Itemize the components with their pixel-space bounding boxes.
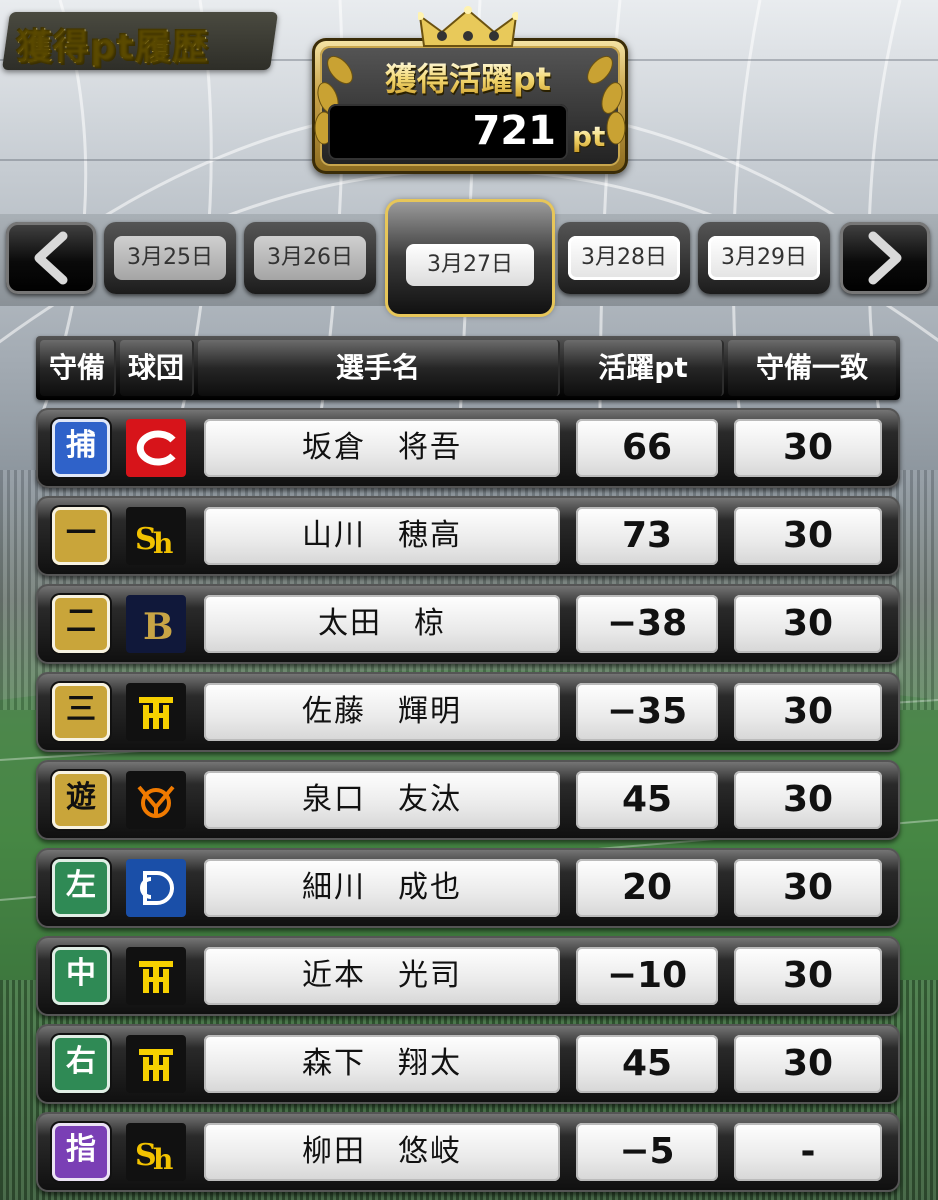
date-tab-label: 3月28日	[568, 236, 680, 280]
table-header: 守備 球団 選手名 活躍pt 守備一致	[36, 336, 900, 400]
header-team: 球団	[120, 340, 194, 396]
table-row[interactable]: 三 佐藤 輝明 −35 30	[36, 672, 900, 752]
defense-match-value: 30	[734, 419, 882, 477]
defense-match-value: 30	[734, 1035, 882, 1093]
table-row[interactable]: 中 近本 光司 −10 30	[36, 936, 900, 1016]
svg-text:B: B	[143, 606, 173, 647]
player-name: 佐藤 輝明	[204, 683, 560, 741]
player-name: 近本 光司	[204, 947, 560, 1005]
svg-text:h: h	[153, 527, 173, 559]
dragons-d-logo-icon	[126, 859, 186, 917]
player-name: 太田 椋	[204, 595, 560, 653]
table-row[interactable]: 指 Sh 柳田 悠岐 −5 -	[36, 1112, 900, 1192]
chevron-left-icon	[34, 231, 68, 285]
player-name: 森下 翔太	[204, 1035, 560, 1093]
table-row[interactable]: 遊 泉口 友汰 45 30	[36, 760, 900, 840]
player-name: 坂倉 将吾	[204, 419, 560, 477]
player-name: 山川 穂高	[204, 507, 560, 565]
buffaloes-b-logo-icon: B	[126, 595, 186, 653]
player-name: 泉口 友汰	[204, 771, 560, 829]
tigers-ht-logo-icon	[126, 947, 186, 1005]
date-tab-1[interactable]: 3月25日	[104, 222, 236, 294]
date-tab-3-selected[interactable]: 3月27日	[388, 202, 552, 314]
position-badge: 三	[52, 683, 110, 741]
position-badge: 捕	[52, 419, 110, 477]
date-tab-2[interactable]: 3月26日	[244, 222, 376, 294]
chevron-right-icon	[868, 231, 902, 285]
player-points: 73	[576, 507, 718, 565]
table-row[interactable]: 捕 坂倉 将吾 66 30	[36, 408, 900, 488]
defense-match-value: -	[734, 1123, 882, 1181]
next-date-button[interactable]	[840, 222, 930, 294]
table-row[interactable]: 右 森下 翔太 45 30	[36, 1024, 900, 1104]
date-tab-label: 3月29日	[708, 236, 820, 280]
date-tab-label: 3月26日	[254, 236, 366, 280]
total-pt-unit: pt	[572, 120, 606, 153]
defense-match-value: 30	[734, 507, 882, 565]
defense-match-value: 30	[734, 859, 882, 917]
total-pt-label: 獲得活躍pt	[340, 54, 596, 100]
position-badge: 二	[52, 595, 110, 653]
player-points: 45	[576, 1035, 718, 1093]
defense-match-value: 30	[734, 947, 882, 1005]
position-badge: 指	[52, 1123, 110, 1181]
hawks-sh-logo-icon: Sh	[126, 1123, 186, 1181]
tigers-ht-logo-icon	[126, 1035, 186, 1093]
date-tab-label: 3月27日	[406, 244, 534, 286]
date-tab-4[interactable]: 3月28日	[558, 222, 690, 294]
crown-icon	[418, 6, 518, 47]
player-name: 柳田 悠岐	[204, 1123, 560, 1181]
svg-text:h: h	[153, 1143, 173, 1175]
carp-c-logo-icon	[126, 419, 186, 477]
header-player-name: 選手名	[198, 340, 560, 396]
position-badge: 右	[52, 1035, 110, 1093]
player-points: −10	[576, 947, 718, 1005]
player-points: 20	[576, 859, 718, 917]
player-points: −35	[576, 683, 718, 741]
date-tab-5[interactable]: 3月29日	[698, 222, 830, 294]
screen-title: 獲得pt履歴	[16, 18, 209, 70]
position-badge: 一	[52, 507, 110, 565]
defense-match-value: 30	[734, 683, 882, 741]
giants-yg-logo-icon	[126, 771, 186, 829]
defense-match-value: 30	[734, 595, 882, 653]
defense-match-value: 30	[734, 771, 882, 829]
player-points: −38	[576, 595, 718, 653]
tigers-ht-logo-icon	[126, 683, 186, 741]
prev-date-button[interactable]	[6, 222, 96, 294]
table-row[interactable]: 二 B 太田 椋 −38 30	[36, 584, 900, 664]
header-points: 活躍pt	[564, 340, 724, 396]
position-badge: 遊	[52, 771, 110, 829]
player-points: 45	[576, 771, 718, 829]
table-row[interactable]: 左 細川 成也 20 30	[36, 848, 900, 928]
player-points: 66	[576, 419, 718, 477]
player-points: −5	[576, 1123, 718, 1181]
date-tab-label: 3月25日	[114, 236, 226, 280]
player-name: 細川 成也	[204, 859, 560, 917]
position-badge: 左	[52, 859, 110, 917]
position-badge: 中	[52, 947, 110, 1005]
hawks-sh-logo-icon: Sh	[126, 507, 186, 565]
table-row[interactable]: 一 Sh 山川 穂高 73 30	[36, 496, 900, 576]
total-pt-value: 721	[472, 108, 557, 154]
header-defense-match: 守備一致	[728, 340, 896, 396]
header-position: 守備	[40, 340, 116, 396]
